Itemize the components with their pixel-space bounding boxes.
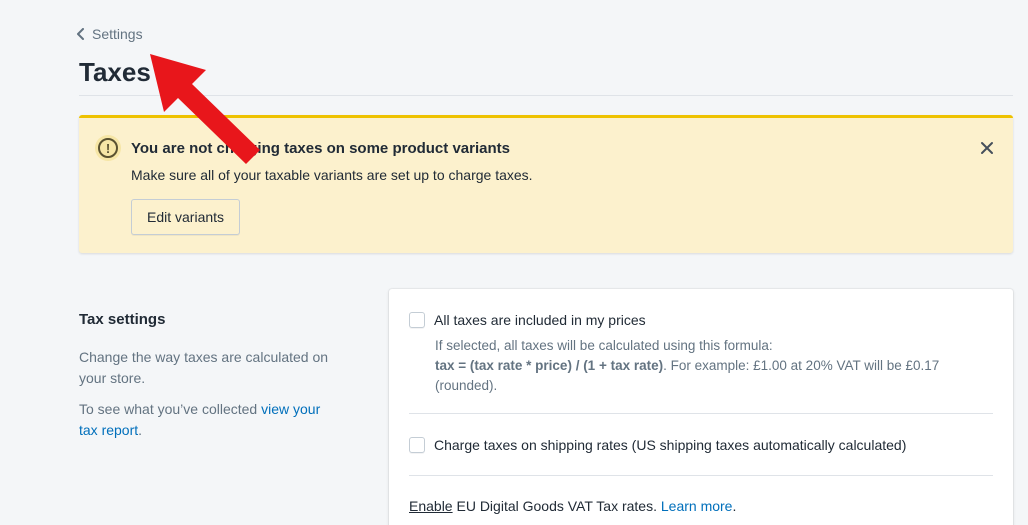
shipping-taxes-label: Charge taxes on shipping rates (US shipp… <box>434 437 907 453</box>
eu-vat-row: Enable EU Digital Goods VAT Tax rates. L… <box>409 498 737 514</box>
shipping-taxes-checkbox[interactable] <box>409 437 425 453</box>
tax-formula: tax = (tax rate * price) / (1 + tax rate… <box>435 358 664 373</box>
taxes-included-row[interactable]: All taxes are included in my prices <box>409 312 646 328</box>
close-icon[interactable] <box>979 140 995 156</box>
card-divider <box>409 475 993 476</box>
tax-settings-title: Tax settings <box>79 311 166 328</box>
breadcrumb-back[interactable]: Settings <box>76 26 143 42</box>
taxes-included-help: If selected, all taxes will be calculate… <box>435 338 940 393</box>
title-divider <box>79 95 1013 96</box>
banner-body: Make sure all of your taxable variants a… <box>131 167 533 183</box>
enable-eu-vat-link[interactable]: Enable <box>409 498 453 514</box>
edit-variants-button[interactable]: Edit variants <box>131 199 241 235</box>
shipping-taxes-row[interactable]: Charge taxes on shipping rates (US shipp… <box>409 437 906 453</box>
taxes-included-label: All taxes are included in my prices <box>434 312 646 328</box>
taxes-included-checkbox[interactable] <box>409 312 425 328</box>
tax-settings-card: All taxes are included in my prices If s… <box>389 289 1013 525</box>
warning-icon: ! <box>95 135 121 161</box>
chevron-left-icon <box>77 28 84 40</box>
tax-report-text: To see what you’ve collected view your t… <box>79 401 321 438</box>
breadcrumb-label: Settings <box>92 26 143 42</box>
page-title: Taxes <box>79 57 151 87</box>
banner-title: You are not charging taxes on some produ… <box>131 140 510 157</box>
warning-banner: ! You are not charging taxes on some pro… <box>79 115 1013 253</box>
tax-settings-description: Change the way taxes are calculated on y… <box>79 349 329 386</box>
card-divider <box>409 413 993 414</box>
learn-more-link[interactable]: Learn more <box>661 498 733 514</box>
